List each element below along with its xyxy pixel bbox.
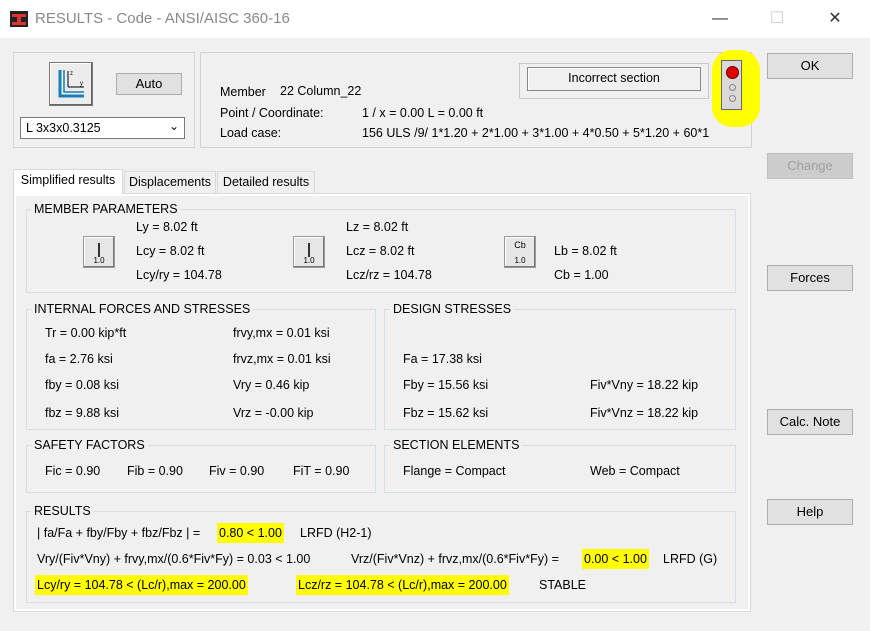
unlit-light-icon	[729, 84, 736, 91]
vry-value: Vry = 0.46 kip	[233, 378, 310, 392]
slenderness-y-check: Lcy/ry = 104.78 < (Lc/r),max = 200.00	[35, 575, 248, 595]
stability-status: STABLE	[539, 578, 587, 592]
cb-icon-label: Cb	[514, 240, 526, 250]
chevron-down-icon: ⌄	[168, 119, 179, 133]
buckling-z-icon	[308, 243, 310, 257]
load-case-label: Load case:	[220, 126, 282, 140]
member-label: Member	[220, 85, 266, 99]
shear-y-check: Vry/(Fiv*Vny) + frvy,mx/(0.6*Fiv*Fy) = 0…	[37, 552, 311, 566]
auto-button[interactable]: Auto	[116, 73, 182, 95]
point-value: 1 / x = 0.00 L = 0.00 ft	[362, 106, 484, 120]
fbz-value: fbz = 9.88 ksi	[45, 406, 119, 420]
svg-text:y: y	[80, 81, 83, 87]
buckling-y-icon	[98, 243, 100, 257]
slenderness-z-check: Lcz/rz = 104.78 < (Lc/r),max = 200.00	[296, 575, 509, 595]
section-dropdown[interactable]: L 3x3x0.3125 ⌄	[20, 117, 185, 139]
combined-stress-ratio: 0.80 < 1.00	[217, 523, 284, 543]
lateral-buckling-button[interactable]: Cb 1.0	[504, 236, 536, 268]
ly-value: Ly = 8.02 ft	[136, 220, 198, 234]
design-fa-value: Fa = 17.38 ksi	[403, 352, 482, 366]
design-stresses-title: DESIGN STRESSES	[390, 302, 515, 316]
combined-stress-code: LRFD (H2-1)	[300, 526, 372, 540]
window-title: RESULTS - Code - ANSI/AISC 360-16	[35, 10, 290, 27]
fit-value: FiT = 0.90	[293, 464, 350, 478]
section-elements-title: SECTION ELEMENTS	[390, 438, 523, 452]
section-dropdown-value: L 3x3x0.3125	[26, 121, 101, 135]
close-button[interactable]: ✕	[812, 0, 858, 38]
member-value: 22 Column_22	[280, 84, 362, 98]
fiv-value: Fiv = 0.90	[209, 464, 265, 478]
combined-stress-formula: | fa/Fa + fby/Fby + fbz/Fbz | =	[37, 526, 201, 540]
lcz-value: Lcz = 8.02 ft	[346, 244, 415, 258]
tab-displacements[interactable]: Displacements	[124, 171, 216, 193]
status-message: Incorrect section	[527, 67, 701, 91]
web-value: Web = Compact	[590, 464, 680, 478]
ok-button[interactable]: OK	[767, 53, 853, 79]
status-indicator	[721, 60, 742, 110]
point-label: Point / Coordinate:	[220, 106, 324, 120]
tab-simplified-results[interactable]: Simplified results	[13, 169, 123, 194]
cb-value: Cb = 1.00	[554, 268, 609, 282]
fic-value: Fic = 0.90	[45, 464, 101, 478]
change-button[interactable]: Change	[767, 153, 853, 179]
member-parameters-title: MEMBER PARAMETERS	[31, 202, 181, 216]
calc-note-button[interactable]: Calc. Note	[767, 409, 853, 435]
tab-detailed-results[interactable]: Detailed results	[217, 171, 315, 193]
frvz-value: frvz,mx = 0.01 ksi	[233, 352, 331, 366]
frvy-value: frvy,mx = 0.01 ksi	[233, 326, 330, 340]
fby-value: fby = 0.08 ksi	[45, 378, 119, 392]
section-shape-button[interactable]: z y	[49, 62, 93, 106]
design-fbz-value: Fbz = 15.62 ksi	[403, 406, 489, 420]
buckling-z-button[interactable]: 1.0	[293, 236, 325, 268]
unlit-light-icon	[729, 95, 736, 102]
lz-value: Lz = 8.02 ft	[346, 220, 409, 234]
red-light-icon	[726, 66, 739, 79]
flange-value: Flange = Compact	[403, 464, 506, 478]
fa-value: fa = 2.76 ksi	[45, 352, 113, 366]
lb-value: Lb = 8.02 ft	[554, 244, 617, 258]
angle-section-icon: z y	[58, 70, 84, 98]
fiv-vny-value: Fiv*Vny = 18.22 kip	[590, 378, 699, 392]
lcy-value: Lcy = 8.02 ft	[136, 244, 205, 258]
help-button[interactable]: Help	[767, 499, 853, 525]
internal-forces-title: INTERNAL FORCES AND STRESSES	[31, 302, 254, 316]
lcz-rz-value: Lcz/rz = 104.78	[346, 268, 432, 282]
design-fby-value: Fby = 15.56 ksi	[403, 378, 489, 392]
forces-button[interactable]: Forces	[767, 265, 853, 291]
lcy-ry-value: Lcy/ry = 104.78	[136, 268, 222, 282]
load-case-value: 156 ULS /9/ 1*1.20 + 2*1.00 + 3*1.00 + 4…	[362, 126, 710, 140]
maximize-button[interactable]: ☐	[754, 0, 800, 38]
shear-z-ratio: 0.00 < 1.00	[582, 549, 649, 569]
vrz-value: Vrz = -0.00 kip	[233, 406, 314, 420]
safety-factors-title: SAFETY FACTORS	[31, 438, 148, 452]
fib-value: Fib = 0.90	[127, 464, 183, 478]
app-icon	[10, 11, 28, 27]
fiv-vnz-value: Fiv*Vnz = 18.22 kip	[590, 406, 699, 420]
tr-value: Tr = 0.00 kip*ft	[45, 326, 127, 340]
svg-text:z: z	[70, 71, 73, 77]
shear-z-formula: Vrz/(Fiv*Vnz) + frvz,mx/(0.6*Fiv*Fy) =	[351, 552, 559, 566]
shear-z-code: LRFD (G)	[663, 552, 718, 566]
results-title: RESULTS	[31, 504, 94, 518]
buckling-y-button[interactable]: 1.0	[83, 236, 115, 268]
minimize-button[interactable]: —	[697, 0, 743, 38]
